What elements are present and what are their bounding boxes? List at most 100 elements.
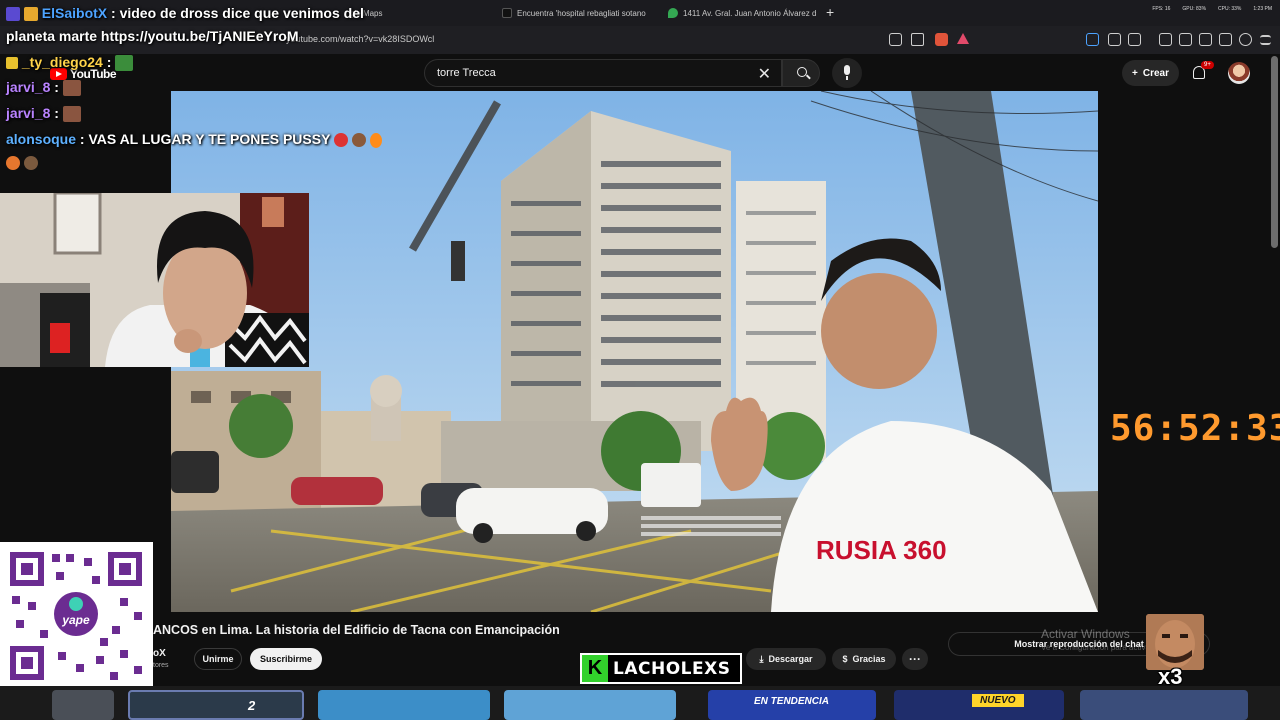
thumbnail[interactable]: 2 [128, 690, 304, 720]
face-emote-icon [62, 80, 81, 97]
thumbnail[interactable] [1080, 690, 1248, 720]
avatar[interactable] [1228, 62, 1250, 84]
sidebar-icon[interactable] [1179, 33, 1192, 46]
rewards-icon[interactable] [957, 33, 969, 44]
mic-icon[interactable] [832, 58, 862, 88]
windows-activation-title: Activar Windows [1041, 627, 1130, 641]
extensions-icon[interactable] [1108, 33, 1121, 46]
new-tab-button[interactable]: + [826, 4, 834, 20]
thumbnail-new[interactable]: NUEVO [894, 690, 1064, 720]
search-icon [797, 67, 807, 77]
share-icon[interactable] [911, 33, 924, 46]
brave-shield-icon[interactable] [935, 33, 948, 46]
video-title: ANCOS en Lima. La historia del Edificio … [153, 623, 560, 637]
channel-subscriber-count: tores [153, 662, 169, 669]
thumbnail-trending[interactable]: EN TENDENCIA [708, 690, 876, 720]
thumbnail-number: 2 [248, 698, 256, 713]
url-field[interactable]: youtube.com/watch?v=vk28ISDOWcl [286, 34, 434, 44]
video-player[interactable]: RUSIA 360 [171, 91, 1098, 612]
clock: 1:23 PM [1253, 6, 1272, 12]
vpn-icon[interactable] [1239, 33, 1252, 46]
download-label: Descargar [768, 654, 813, 664]
thanks-icon: $ [842, 654, 848, 664]
thumbnail-label: EN TENDENCIA [754, 696, 830, 707]
search-box[interactable]: torre Trecca ✕ [424, 59, 782, 87]
chat-message: alonsoque : VAS AL LUGAR Y TE PONES PUSS… [6, 131, 382, 148]
fps-stat: FPS: 16 [1152, 6, 1171, 12]
emoji-icon [6, 156, 20, 171]
chat-username: _ty_diego24 [21, 54, 103, 70]
badge-icon [6, 7, 20, 22]
chat-text: : [50, 105, 59, 121]
svg-text:RUSIA 360: RUSIA 360 [816, 535, 947, 565]
chat-message: ElSaibotX : video de dross dice que veni… [6, 5, 364, 22]
chat-emotes [6, 154, 38, 171]
yape-qr-code: yape [0, 542, 153, 690]
more-actions-button[interactable]: ··· [902, 648, 928, 670]
yape-label: yape [61, 613, 90, 627]
thanks-button[interactable]: $ Gracias [832, 648, 896, 670]
menu-icon[interactable] [1260, 35, 1271, 45]
angry-emoji-icon [334, 133, 349, 148]
leo-icon[interactable] [1219, 33, 1232, 46]
chat-message: planeta marte https://youtu.be/TjANIEeYr… [6, 28, 298, 44]
system-stats: FPS: 16 GPU: 83% CPU: 33% 1:23 PM [1152, 6, 1272, 12]
chat-message: _ty_diego24 : [6, 54, 134, 72]
lacholexs-k-mark: K [582, 655, 608, 682]
face-emote-icon [62, 106, 81, 123]
webcam-overlay [0, 193, 309, 367]
close-icon[interactable]: ✕ [758, 64, 771, 84]
music-icon[interactable] [1159, 33, 1172, 46]
tiktok-icon [502, 8, 512, 18]
screen: gle Maps Encuentra 'hospital rebagliati … [0, 0, 1280, 720]
reaction-cam [1146, 614, 1204, 670]
gpu-stat: GPU: 83% [1182, 6, 1207, 12]
tab-label: Encuentra 'hospital rebagliati sotano [517, 8, 646, 18]
chat-username: jarvi_8 [6, 105, 51, 121]
fire-emoji-icon [369, 132, 382, 148]
thumbnail-label: NUEVO [972, 694, 1024, 707]
scrollbar[interactable] [1271, 56, 1278, 248]
join-button[interactable]: Unirme [194, 648, 242, 670]
plus-icon: + [1132, 67, 1138, 79]
screenshot-icon[interactable] [1128, 33, 1141, 46]
poop-emoji-icon [351, 133, 366, 148]
search-button[interactable] [782, 59, 820, 87]
lacholexs-wordmark: LACHOLEXS [613, 658, 731, 679]
youtube-header: YouTube torre Trecca ✕ + Crear 9+ [0, 54, 1280, 92]
chat-text: planeta marte https://youtu.be/TjANIEeYr… [6, 28, 299, 44]
speaker-icon[interactable] [1086, 33, 1099, 46]
thumbnail[interactable] [504, 690, 676, 720]
flag-emote-icon [115, 55, 134, 72]
chat-text: : [50, 79, 59, 95]
thumbnail[interactable] [52, 690, 114, 720]
chat-text: : video de dross dice que venimos del [107, 5, 364, 21]
chat-message: jarvi_8 : [6, 105, 81, 123]
cpu-stat: CPU: 33% [1218, 6, 1242, 12]
channel-name[interactable]: oX [153, 648, 166, 659]
chat-message: jarvi_8 : [6, 79, 81, 97]
cast-icon[interactable] [889, 33, 902, 46]
create-button[interactable]: + Crear [1122, 60, 1179, 86]
chat-username: jarvi_8 [6, 79, 51, 95]
subscribe-button[interactable]: Suscribirme [250, 648, 322, 670]
tab-maps-address[interactable]: 1411 Av. Gral. Juan Antonio Álvarez d [668, 3, 818, 23]
thumbnail[interactable] [318, 690, 490, 720]
tab-label: 1411 Av. Gral. Juan Antonio Álvarez d [683, 8, 817, 18]
download-button[interactable]: ⤓ Descargar [746, 648, 826, 670]
notification-badge: 9+ [1201, 61, 1214, 69]
stream-timer: 56:52:33 [1110, 408, 1280, 449]
chat-username: alonsoque [6, 131, 77, 147]
emoji-icon [23, 156, 38, 171]
chat-text: : [102, 54, 112, 70]
search-input[interactable]: torre Trecca [437, 67, 496, 79]
download-icon: ⤓ [759, 653, 764, 664]
recommendations-row: 2 EN TENDENCIA NUEVO [0, 686, 1280, 720]
map-pin-icon [668, 8, 678, 18]
wallet-icon[interactable] [1199, 33, 1212, 46]
crown-icon [6, 57, 18, 70]
create-label: Crear [1142, 67, 1169, 79]
chat-text: : VAS AL LUGAR Y TE PONES PUSSY [76, 131, 331, 147]
lacholexs-logo: K LACHOLEXS [580, 653, 742, 684]
tab-tiktok-search[interactable]: Encuentra 'hospital rebagliati sotano [502, 3, 652, 23]
